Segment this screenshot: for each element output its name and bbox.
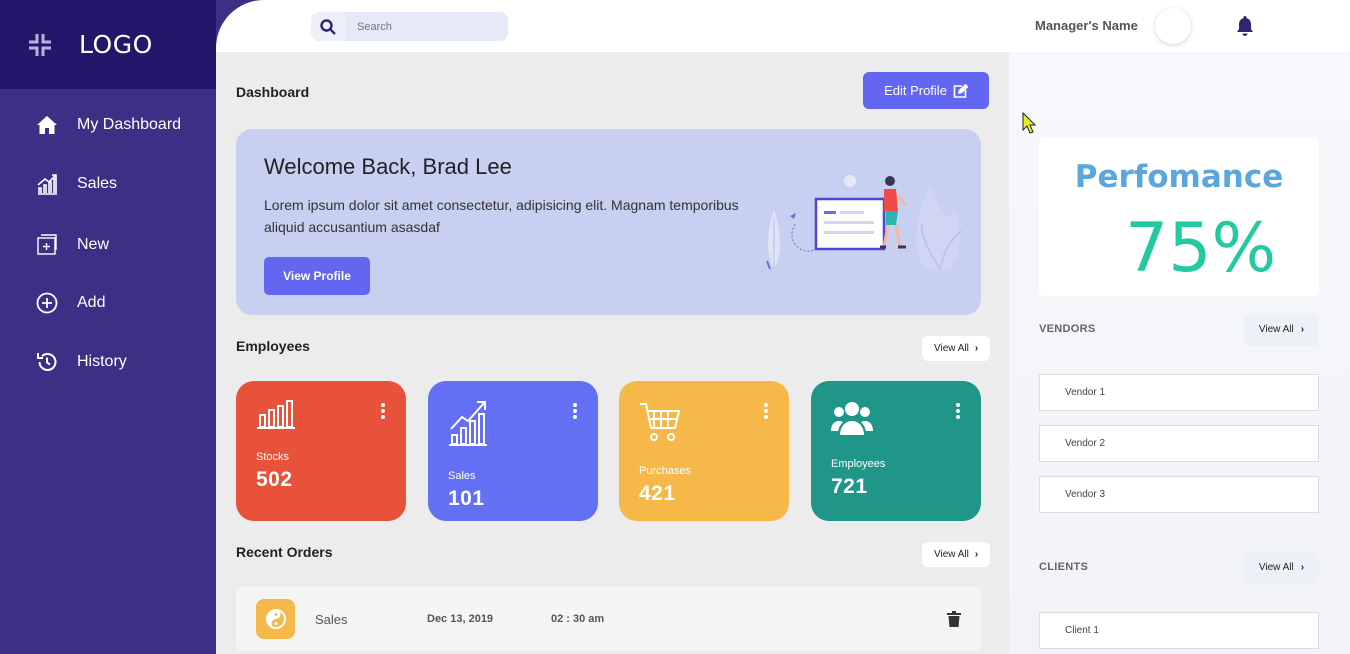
sidebar-item-label: My Dashboard: [77, 116, 182, 133]
vendors-label: VENDORS: [1039, 323, 1096, 335]
home-icon: [36, 114, 58, 136]
sidebar: LOGO: [0, 0, 216, 654]
collapse-icon[interactable]: [27, 32, 53, 58]
edit-profile-label: Edit Profile: [884, 83, 947, 98]
card-label: Employees: [831, 458, 886, 470]
card-value: 421: [639, 482, 676, 505]
search-box: [311, 12, 508, 41]
edit-icon: [953, 83, 968, 98]
welcome-heading: Welcome Back, Brad Lee: [264, 154, 512, 179]
view-all-label: View All: [1258, 324, 1294, 335]
more-options-icon[interactable]: [572, 403, 578, 419]
users-icon: [831, 402, 873, 435]
welcome-text: Lorem ipsum dolor sit amet consectetur, …: [264, 197, 739, 235]
yin-yang-icon: [256, 599, 295, 639]
trash-icon[interactable]: [947, 611, 961, 627]
logo-bar: LOGO: [0, 0, 216, 89]
purchases-card[interactable]: Purchases 421: [619, 381, 789, 521]
sales-card[interactable]: Sales 101: [428, 381, 598, 521]
sidebar-item-new[interactable]: New: [36, 234, 109, 256]
chevron-right-icon: ›: [974, 549, 979, 560]
view-profile-button[interactable]: View Profile: [264, 257, 370, 295]
performance-title: Perfomance: [1074, 159, 1284, 195]
client-item[interactable]: Client 1: [1039, 612, 1319, 649]
mouse-cursor-icon: [1022, 112, 1036, 134]
sidebar-item-sales[interactable]: Sales: [36, 173, 117, 195]
sidebar-item-label: Add: [77, 294, 106, 311]
page-title: Dashboard: [236, 84, 310, 100]
order-date: Dec 13, 2019: [427, 613, 494, 625]
vendor-item[interactable]: Vendor 2: [1039, 425, 1319, 462]
more-options-icon[interactable]: [763, 403, 769, 419]
welcome-banner: Welcome Back, Brad Lee Lorem ipsum dolor…: [236, 129, 981, 315]
view-all-label: View All: [934, 549, 969, 560]
bell-icon[interactable]: [1235, 15, 1255, 37]
history-icon: [36, 351, 58, 373]
edit-profile-button[interactable]: Edit Profile: [863, 72, 989, 109]
bar-chart-icon: [257, 400, 295, 429]
logo: LOGO: [79, 30, 153, 59]
more-options-icon[interactable]: [955, 403, 961, 419]
order-name: Sales: [315, 612, 348, 627]
sidebar-item-label: New: [77, 236, 110, 253]
card-value: 721: [831, 475, 868, 498]
sidebar-item-label: History: [77, 353, 127, 370]
performance-value: 75%: [1125, 209, 1277, 288]
card-label: Sales: [448, 470, 476, 482]
view-all-label: View All: [934, 343, 969, 354]
employees-card[interactable]: Employees 721: [811, 381, 981, 521]
vendor-item[interactable]: Vendor 1: [1039, 374, 1319, 411]
performance-card: Perfomance 75%: [1039, 137, 1319, 296]
view-all-label: View All: [1258, 562, 1294, 573]
vendors-view-all-button[interactable]: View All ›: [1244, 313, 1319, 346]
manager-name[interactable]: Manager's Name: [1035, 18, 1138, 33]
card-value: 502: [256, 468, 293, 491]
sidebar-item-history[interactable]: History: [36, 351, 127, 373]
card-label: Purchases: [639, 465, 691, 477]
plus-circle-icon: [36, 292, 58, 314]
employees-view-all-button[interactable]: View All ›: [922, 336, 991, 361]
employees-title: Employees: [236, 338, 310, 354]
clients-label: CLIENTS: [1039, 561, 1089, 573]
chevron-right-icon: ›: [1300, 562, 1305, 573]
sidebar-item-my-dashboard[interactable]: My Dashboard: [36, 114, 181, 136]
search-input[interactable]: [345, 20, 495, 33]
chevron-right-icon: ›: [974, 343, 979, 354]
avatar[interactable]: [1155, 8, 1191, 44]
stocks-card[interactable]: Stocks 502: [236, 381, 406, 521]
sidebar-item-label: Sales: [77, 175, 118, 192]
card-label: Stocks: [256, 451, 290, 463]
table-row[interactable]: Sales Dec 13, 2019 02 : 30 am: [236, 587, 981, 651]
sidebar-item-add[interactable]: Add: [36, 292, 105, 314]
card-value: 101: [448, 487, 485, 510]
shopping-cart-icon: [640, 403, 681, 441]
recent-orders-view-all-button[interactable]: View All ›: [922, 542, 991, 567]
growth-chart-icon: [36, 173, 58, 195]
chevron-right-icon: ›: [1300, 324, 1305, 335]
growth-chart-icon: [449, 401, 487, 446]
clients-view-all-button[interactable]: View All ›: [1244, 551, 1319, 584]
vendor-item[interactable]: Vendor 3: [1039, 476, 1319, 513]
search-icon[interactable]: [311, 12, 345, 41]
new-window-icon: [36, 234, 58, 256]
recent-orders-title: Recent Orders: [236, 544, 333, 560]
more-options-icon[interactable]: [380, 403, 386, 419]
order-time: 02 : 30 am: [551, 613, 605, 625]
welcome-illustration: [766, 175, 963, 270]
